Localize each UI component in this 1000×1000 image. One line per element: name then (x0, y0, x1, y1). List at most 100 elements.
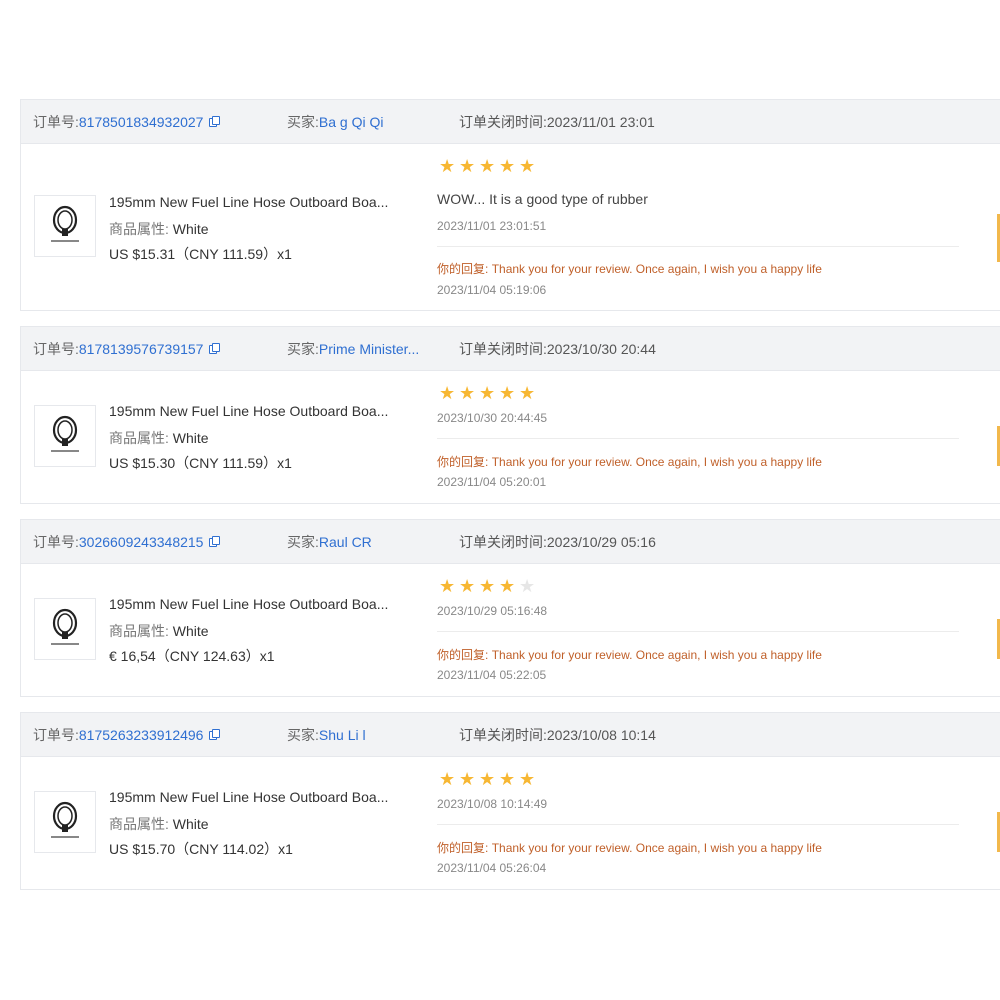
buyer-link[interactable]: Prime Minister... (319, 341, 419, 357)
copy-icon[interactable] (209, 535, 221, 548)
order-header: 订单号: 3026609243348215 买家: Raul CR 订单关闭时间… (21, 520, 1000, 564)
order-number-link[interactable]: 8178501834932027 (79, 114, 204, 130)
close-time-value: 2023/10/29 05:16 (546, 533, 656, 550)
close-time: 订单关闭时间:2023/10/30 20:44 (459, 339, 656, 359)
star-icon: ★ (519, 769, 536, 789)
order-number-group: 订单号: 8175263233912496 (33, 725, 221, 745)
product-title[interactable]: 195mm New Fuel Line Hose Outboard Boa... (109, 596, 388, 612)
attribute-value: White (172, 816, 209, 832)
seller-reply: 你的回复: Thank you for your review. Once ag… (437, 839, 822, 856)
copy-icon[interactable] (209, 342, 221, 355)
product-attribute: 商品属性: White (109, 814, 209, 834)
reply-time: 2023/11/04 05:26:04 (437, 861, 547, 875)
reply-label: 你的回复: (437, 841, 489, 855)
reply-label: 你的回复: (437, 648, 489, 662)
seller-reply: 你的回复: Thank you for your review. Once ag… (437, 453, 822, 470)
order-number-link[interactable]: 8175263233912496 (79, 727, 204, 743)
star-icon: ★ (499, 769, 516, 789)
order-card: 订单号: 8178501834932027 买家: Ba g Qi Qi 订单关… (20, 99, 1000, 311)
close-time-label: 订单关闭时间: (459, 533, 547, 550)
product-thumbnail[interactable] (34, 195, 96, 257)
order-header: 订单号: 8178139576739157 买家: Prime Minister… (21, 327, 1000, 371)
order-number-link[interactable]: 3026609243348215 (79, 534, 204, 550)
rating-stars: ★ ★ ★ ★ ★ (439, 156, 536, 176)
product-title[interactable]: 195mm New Fuel Line Hose Outboard Boa... (109, 789, 388, 805)
reply-time: 2023/11/04 05:22:05 (437, 668, 547, 682)
star-icon: ★ (439, 576, 456, 596)
order-number-label: 订单号: (33, 340, 79, 357)
order-card: 订单号: 8175263233912496 买家: Shu Li l 订单关闭时… (20, 712, 1000, 890)
star-icon: ★ (459, 156, 476, 176)
reply-time: 2023/11/04 05:20:01 (437, 475, 547, 489)
order-number-label: 订单号: (33, 113, 79, 130)
buyer-link[interactable]: Raul CR (319, 534, 372, 550)
buyer-group: 买家: Prime Minister... (287, 339, 419, 359)
divider (437, 824, 959, 825)
product-title[interactable]: 195mm New Fuel Line Hose Outboard Boa... (109, 403, 388, 419)
buyer-label: 买家: (287, 340, 319, 357)
attribute-label: 商品属性: (109, 816, 169, 832)
product-thumbnail[interactable] (34, 405, 96, 467)
reply-text: Thank you for your review. Once again, I… (491, 455, 822, 469)
reply-time: 2023/11/04 05:19:06 (437, 283, 547, 297)
order-number-link[interactable]: 8178139576739157 (79, 341, 204, 357)
buyer-group: 买家: Raul CR (287, 532, 372, 552)
attribute-value: White (172, 221, 209, 237)
star-icon: ★ (499, 576, 516, 596)
review-time: 2023/10/08 10:14:49 (437, 797, 548, 811)
order-number-label: 订单号: (33, 533, 79, 550)
close-time-label: 订单关闭时间: (459, 726, 547, 743)
star-icon: ★ (519, 383, 536, 403)
close-time-value: 2023/11/01 23:01 (546, 113, 655, 130)
review-text: WOW... It is a good type of rubber (437, 191, 648, 207)
close-time-label: 订单关闭时间: (459, 113, 547, 130)
product-price: US $15.31（CNY 111.59）x1 (109, 246, 292, 262)
star-icon: ★ (439, 156, 456, 176)
review-time: 2023/10/29 05:16:48 (437, 604, 548, 618)
rating-stars: ★ ★ ★ ★ ★ (439, 576, 536, 596)
reply-text: Thank you for your review. Once again, I… (491, 648, 822, 662)
product-thumbnail[interactable] (34, 598, 96, 660)
star-icon: ★ (499, 383, 516, 403)
attribute-value: White (172, 623, 209, 639)
seller-reply: 你的回复: Thank you for your review. Once ag… (437, 646, 822, 663)
order-header: 订单号: 8178501834932027 买家: Ba g Qi Qi 订单关… (21, 100, 1000, 144)
reply-label: 你的回复: (437, 455, 489, 469)
star-icon: ★ (459, 576, 476, 596)
star-empty-icon: ★ (519, 576, 536, 596)
divider (437, 631, 959, 632)
seller-reply: 你的回复: Thank you for your review. Once ag… (437, 260, 822, 277)
product-attribute: 商品属性: White (109, 219, 209, 239)
star-icon: ★ (479, 383, 496, 403)
buyer-link[interactable]: Shu Li l (319, 727, 366, 743)
order-number-group: 订单号: 8178501834932027 (33, 112, 221, 132)
order-header: 订单号: 8175263233912496 买家: Shu Li l 订单关闭时… (21, 713, 1000, 757)
close-time: 订单关闭时间:2023/11/01 23:01 (459, 112, 655, 132)
product-attribute: 商品属性: White (109, 428, 209, 448)
review-time: 2023/11/01 23:01:51 (437, 219, 547, 233)
star-icon: ★ (519, 156, 536, 176)
product-thumbnail[interactable] (34, 791, 96, 853)
copy-icon[interactable] (209, 728, 221, 741)
copy-icon[interactable] (209, 115, 221, 128)
buyer-link[interactable]: Ba g Qi Qi (319, 114, 384, 130)
product-title[interactable]: 195mm New Fuel Line Hose Outboard Boa... (109, 194, 388, 210)
star-icon: ★ (499, 156, 516, 176)
reply-label: 你的回复: (437, 262, 489, 276)
star-icon: ★ (479, 156, 496, 176)
divider (437, 438, 959, 439)
order-number-label: 订单号: (33, 726, 79, 743)
close-time-value: 2023/10/30 20:44 (546, 340, 656, 357)
order-card: 订单号: 8178139576739157 买家: Prime Minister… (20, 326, 1000, 504)
star-icon: ★ (479, 769, 496, 789)
star-icon: ★ (439, 383, 456, 403)
buyer-label: 买家: (287, 533, 319, 550)
order-number-group: 订单号: 3026609243348215 (33, 532, 221, 552)
attribute-label: 商品属性: (109, 430, 169, 446)
buyer-label: 买家: (287, 726, 319, 743)
product-price: € 16,54（CNY 124.63）x1 (109, 648, 275, 664)
close-time-value: 2023/10/08 10:14 (546, 726, 656, 743)
product-attribute: 商品属性: White (109, 621, 209, 641)
star-icon: ★ (439, 769, 456, 789)
reply-text: Thank you for your review. Once again, I… (491, 262, 822, 276)
